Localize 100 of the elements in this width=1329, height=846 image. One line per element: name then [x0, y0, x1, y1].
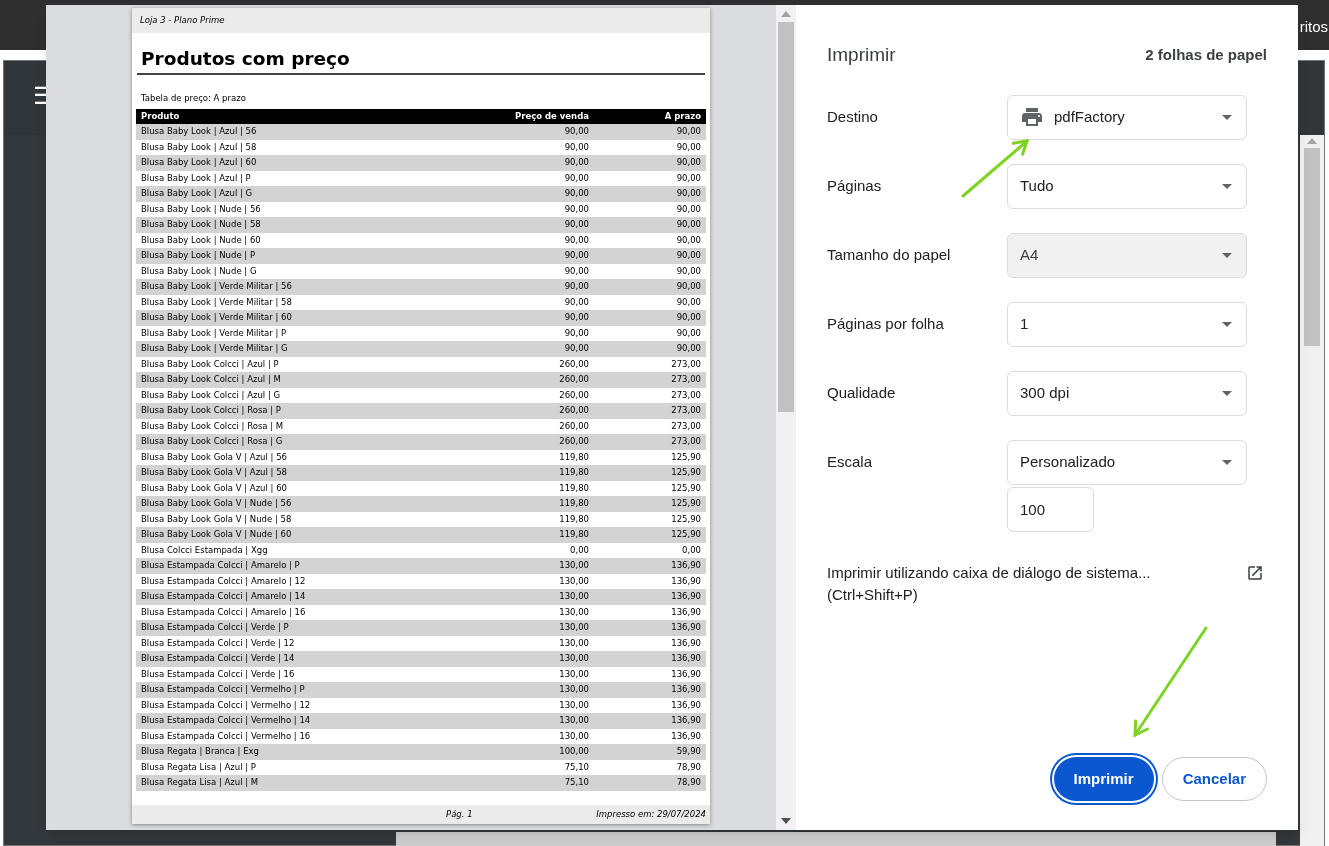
- table-cell-text: 75,10: [563, 776, 589, 790]
- table-cell-text: 125,90: [670, 528, 701, 542]
- setting-label: Páginas por folha: [827, 313, 944, 334]
- table-cell-text: 59,90: [675, 745, 701, 759]
- table-cell-text: 136,90: [670, 559, 701, 573]
- table-cell-text: 273,00: [670, 357, 701, 371]
- table-cell-text: Blusa Estampada Colcci | Vermelho | 14: [141, 714, 312, 728]
- table-cell-text: 90,00: [675, 171, 701, 185]
- open-external-icon[interactable]: [1246, 563, 1264, 582]
- table-cell-text: Blusa Estampada Colcci | Verde | 16: [141, 667, 296, 681]
- column-header: Produto: [141, 110, 181, 123]
- table-cell-text: Blusa Colcci Estampada | Xgg: [141, 543, 269, 557]
- table-cell-text: 273,00: [670, 388, 701, 402]
- preview-scrollbar[interactable]: [776, 5, 796, 830]
- table-cell-text: 130,00: [558, 559, 589, 573]
- table-cell-text: Blusa Baby Look | Nude | 58: [141, 218, 262, 232]
- table-cell-text: Blusa Baby Look Gola V | Azul | 60: [141, 481, 288, 495]
- table-cell-text: Blusa Regata Lisa | Azul | P: [141, 760, 257, 774]
- table-cell-text: 90,00: [675, 156, 701, 170]
- table-cell-text: 136,90: [670, 652, 701, 666]
- setting-label: Tamanho do papel: [827, 244, 951, 265]
- table-cell-text: 130,00: [558, 698, 589, 712]
- table-cell-text: 90,00: [563, 233, 589, 247]
- table-cell-text: 0,00: [681, 543, 701, 557]
- dropdown[interactable]: Tudo: [1007, 163, 1247, 209]
- table-cell-text: Blusa Baby Look | Nude | G: [141, 264, 258, 278]
- table-cell-text: Blusa Baby Look Gola V | Nude | 60: [141, 528, 293, 542]
- print-date: Impresso em: 29/07/2024: [595, 808, 706, 821]
- table-cell-text: Blusa Regata Lisa | Azul | M: [141, 776, 260, 790]
- table-cell-text: Blusa Estampada Colcci | Vermelho | P: [141, 683, 306, 697]
- table-cell-text: Blusa Baby Look Gola V | Nude | 58: [141, 512, 293, 526]
- table-cell-text: Blusa Estampada Colcci | Verde | 14: [141, 652, 296, 666]
- table-cell-text: 90,00: [563, 125, 589, 139]
- table-cell-text: 0,00: [569, 543, 589, 557]
- table-cell-text: Blusa Estampada Colcci | Amarelo | P: [141, 559, 301, 573]
- table-cell-text: 90,00: [675, 326, 701, 340]
- table-cell-text: 90,00: [675, 233, 701, 247]
- table-cell-text: 90,00: [675, 311, 701, 325]
- dropdown[interactable]: 1: [1007, 301, 1247, 347]
- table-cell-text: 136,90: [670, 590, 701, 604]
- dropdown[interactable]: Personalizado: [1007, 439, 1247, 485]
- table-cell-text: 125,90: [670, 512, 701, 526]
- table-cell-text: 273,00: [670, 373, 701, 387]
- table-cell-text: Blusa Baby Look | Verde Militar | G: [141, 342, 289, 356]
- table-cell-text: 90,00: [675, 202, 701, 216]
- table-cell-text: Blusa Baby Look Gola V | Azul | 56: [141, 450, 288, 464]
- caret-icon: [1222, 321, 1232, 327]
- table-cell-text: Blusa Baby Look | Nude | 60: [141, 233, 262, 247]
- scrollbar[interactable]: [1300, 135, 1324, 846]
- table-cell-text: 130,00: [558, 636, 589, 650]
- table-cell-text: 130,00: [558, 652, 589, 666]
- report-title: Produtos com preço: [141, 48, 350, 69]
- table-cell-text: 78,90: [675, 760, 701, 774]
- table-cell-text: 119,80: [558, 450, 589, 464]
- table-cell-text: 119,80: [558, 466, 589, 480]
- table-cell-text: 136,90: [670, 729, 701, 743]
- table-cell-text: 130,00: [558, 667, 589, 681]
- table-cell-text: 90,00: [675, 264, 701, 278]
- table-cell-text: 78,90: [675, 776, 701, 790]
- caret-icon: [1222, 459, 1232, 465]
- table-cell-text: Blusa Estampada Colcci | Amarelo | 14: [141, 590, 307, 604]
- table-cell-text: 90,00: [563, 295, 589, 309]
- table-cell-text: Blusa Baby Look | Verde Militar | 58: [141, 295, 293, 309]
- dropdown[interactable]: 300 dpi: [1007, 370, 1247, 416]
- table-cell-text: Blusa Estampada Colcci | Vermelho | 16: [141, 729, 312, 743]
- table-cell-text: Blusa Baby Look | Nude | 56: [141, 202, 262, 216]
- table-cell-text: Blusa Baby Look Colcci | Azul | P: [141, 357, 280, 371]
- cancel-button[interactable]: Cancelar: [1161, 757, 1267, 801]
- shortcut-text: (Ctrl+Shift+P): [827, 584, 919, 605]
- table-cell-text: 125,90: [670, 481, 701, 495]
- table-cell-text: 136,90: [670, 667, 701, 681]
- table-cell-text: 273,00: [670, 419, 701, 433]
- table-cell-text: 90,00: [675, 280, 701, 294]
- table-cell-text: 90,00: [563, 187, 589, 201]
- top-bar-text: ritos: [1299, 17, 1328, 37]
- table-cell-text: 130,00: [558, 729, 589, 743]
- dialog-title: Imprimir: [827, 43, 896, 67]
- dropdown[interactable]: pdfFactory: [1007, 94, 1247, 140]
- printer-icon: [1020, 105, 1044, 129]
- table-cell-text: 260,00: [558, 404, 589, 418]
- table-cell-text: Blusa Baby Look | Azul | 60: [141, 156, 258, 170]
- table-cell-text: Blusa Baby Look | Azul | G: [141, 187, 254, 201]
- table-cell-text: Blusa Baby Look Gola V | Nude | 56: [141, 497, 293, 511]
- table-cell-text: Blusa Estampada Colcci | Verde | P: [141, 621, 290, 635]
- table-cell-text: Blusa Baby Look | Verde Militar | 56: [141, 280, 293, 294]
- table-cell-text: 119,80: [558, 481, 589, 495]
- table-cell-text: 90,00: [563, 342, 589, 356]
- table-cell-text: Blusa Estampada Colcci | Vermelho | 12: [141, 698, 312, 712]
- table-cell-text: Blusa Baby Look | Azul | 58: [141, 140, 258, 154]
- scale-input[interactable]: 100: [1007, 486, 1094, 532]
- page-header: Loja 3 - Plano Prime: [140, 14, 225, 27]
- setting-label: Escala: [827, 451, 873, 472]
- table-cell-text: 136,90: [670, 574, 701, 588]
- system-dialog-link[interactable]: Imprimir utilizando caixa de diálogo de sistema...: [827, 561, 1151, 584]
- table-cell-text: 260,00: [558, 373, 589, 387]
- table-cell-text: 90,00: [563, 171, 589, 185]
- table-cell-text: 136,90: [670, 636, 701, 650]
- table-cell-text: Blusa Estampada Colcci | Verde | 12: [141, 636, 296, 650]
- table-cell-text: 90,00: [563, 280, 589, 294]
- table-cell-text: Blusa Baby Look | Verde Militar | P: [141, 326, 288, 340]
